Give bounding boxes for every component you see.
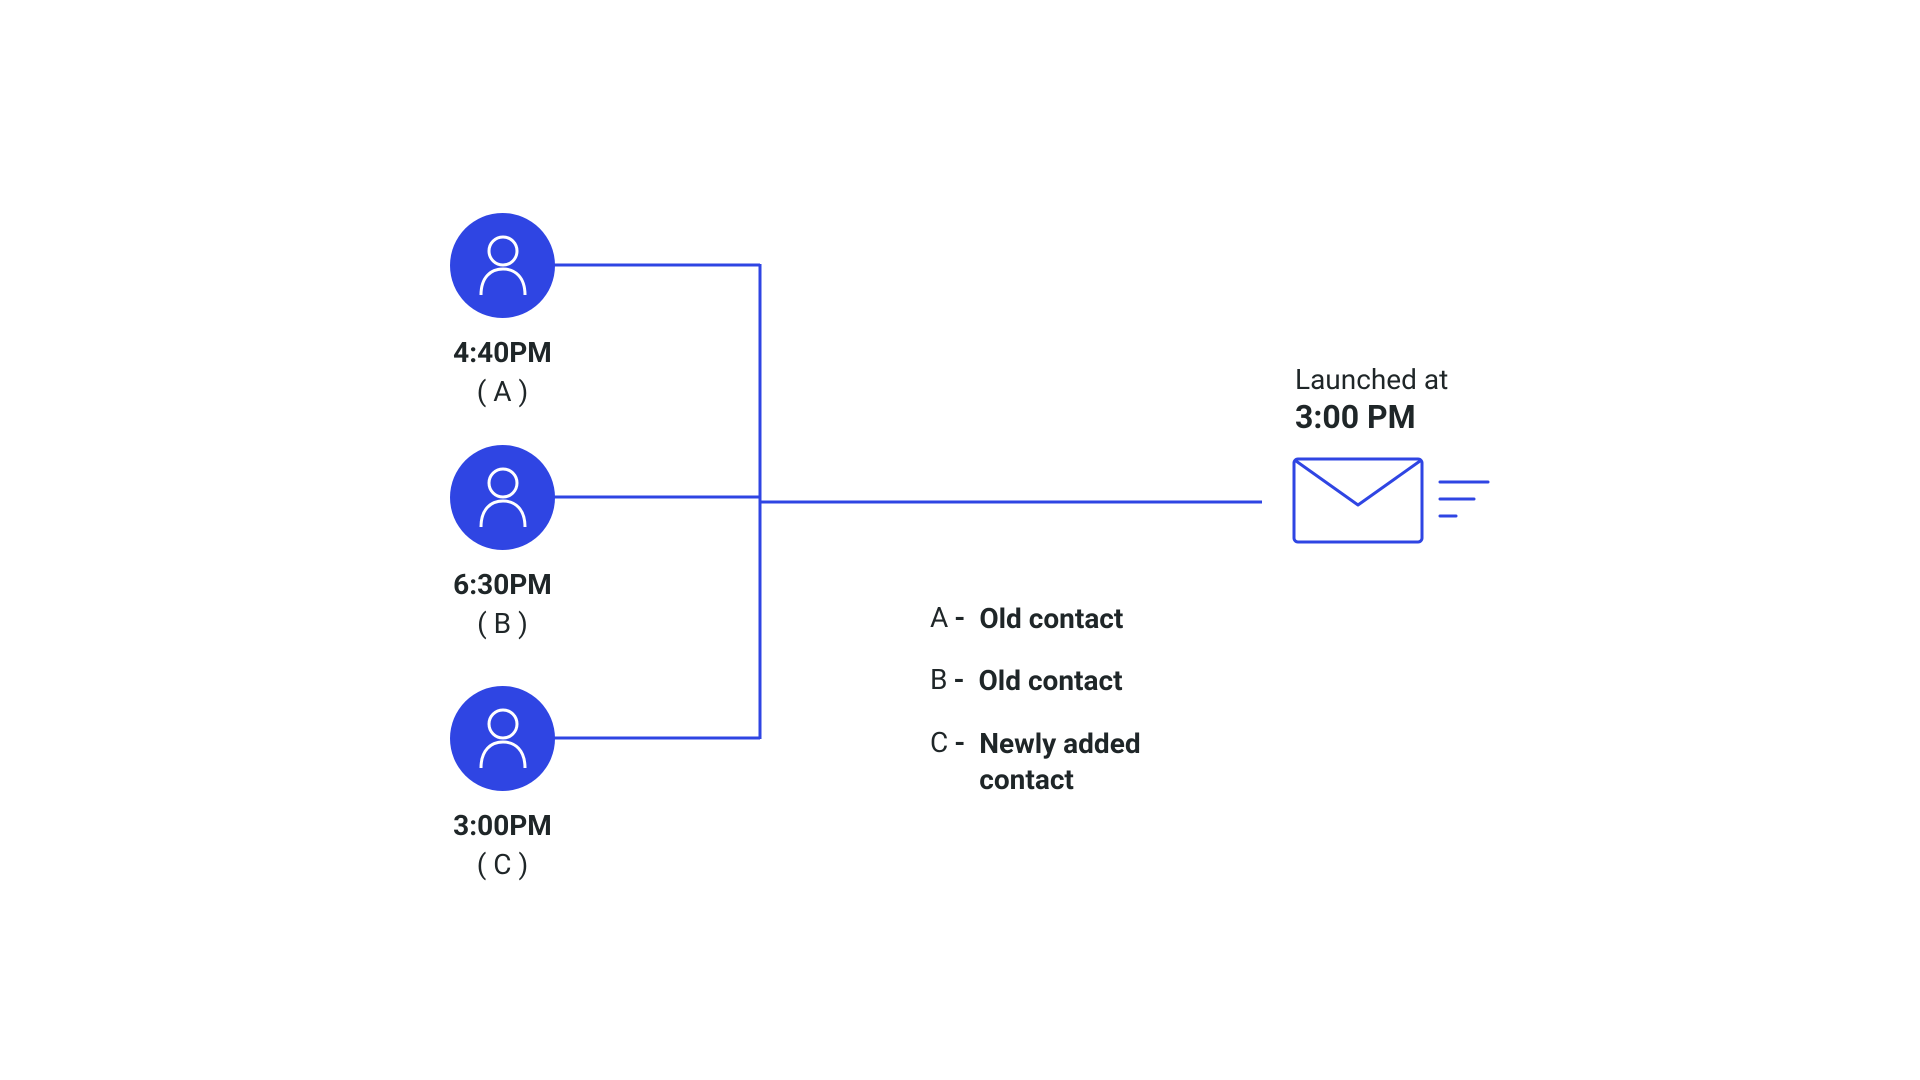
contact-label-a: ( A ) bbox=[450, 375, 555, 408]
legend-key: A bbox=[930, 601, 948, 634]
legend-dash: - bbox=[954, 601, 965, 634]
launched-block: Launched at 3:00 PM bbox=[1295, 363, 1448, 436]
legend-dash: - bbox=[953, 663, 964, 696]
contact-label-b: ( B ) bbox=[450, 607, 555, 640]
contact-time-c: 3:00PM bbox=[450, 809, 555, 842]
person-icon bbox=[450, 686, 555, 791]
legend-item-c: C - Newly added contact bbox=[930, 726, 1229, 799]
legend-item-a: A - Old contact bbox=[930, 601, 1229, 637]
launched-label: Launched at bbox=[1295, 363, 1448, 396]
legend-dash: - bbox=[954, 726, 965, 759]
legend-text: Newly added contact bbox=[979, 726, 1229, 799]
diagram-container: 4:40PM ( A ) 6:30PM ( B ) 3:00PM ( C ) L… bbox=[240, 135, 1680, 945]
legend-key: B bbox=[930, 663, 947, 696]
contact-time-a: 4:40PM bbox=[450, 336, 555, 369]
legend-item-b: B - Old contact bbox=[930, 663, 1229, 699]
person-icon bbox=[450, 213, 555, 318]
legend-text: Old contact bbox=[979, 601, 1123, 637]
launched-time: 3:00 PM bbox=[1295, 398, 1448, 436]
contact-node-b: 6:30PM ( B ) bbox=[450, 445, 555, 640]
legend-text: Old contact bbox=[979, 663, 1123, 699]
contact-label-c: ( C ) bbox=[450, 848, 555, 881]
contact-node-a: 4:40PM ( A ) bbox=[450, 213, 555, 408]
contact-node-c: 3:00PM ( C ) bbox=[450, 686, 555, 881]
person-icon bbox=[450, 445, 555, 550]
contact-time-b: 6:30PM bbox=[450, 568, 555, 601]
motion-lines-icon bbox=[1436, 474, 1492, 528]
legend-block: A - Old contact B - Old contact C - Newl… bbox=[930, 601, 1229, 825]
envelope-icon bbox=[1292, 457, 1492, 544]
legend-key: C bbox=[930, 726, 948, 759]
